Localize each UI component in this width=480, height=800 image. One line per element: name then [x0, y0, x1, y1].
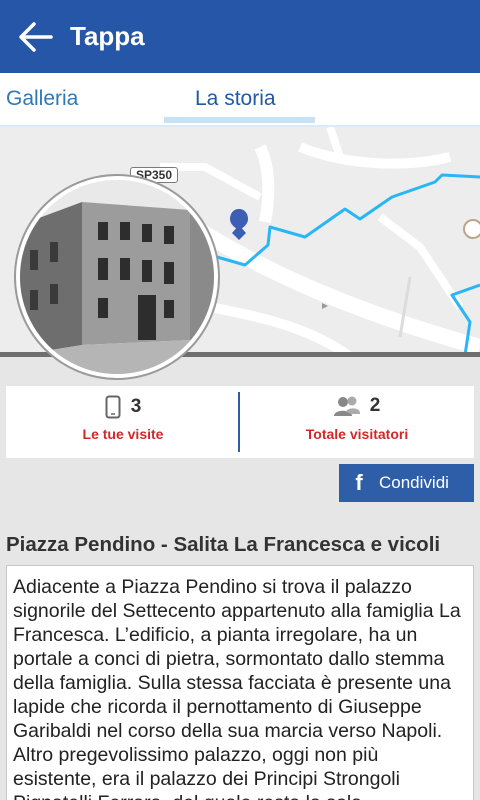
- arrow-left-icon: [19, 21, 53, 52]
- active-tab-indicator: [164, 117, 315, 123]
- location-pin-icon[interactable]: [229, 208, 249, 240]
- poi-icon[interactable]: [463, 219, 480, 239]
- stats-panel: 3 Le tue visite 2 Totale visitatori: [6, 386, 474, 458]
- share-button[interactable]: f Condividi: [339, 464, 474, 502]
- stat-your-visits: 3 Le tue visite: [6, 386, 240, 458]
- place-title: Piazza Pendino - Salita La Francesca e v…: [6, 533, 441, 556]
- story-text-box: Adiacente a Piazza Pendino si trova il p…: [6, 565, 474, 800]
- visitors-label: Totale visitatori: [305, 426, 409, 442]
- share-label: Condividi: [379, 473, 449, 492]
- visitors-count: 2: [369, 395, 381, 416]
- facebook-icon: f: [355, 470, 363, 495]
- page-title: Tappa: [70, 21, 145, 51]
- place-photo[interactable]: [16, 176, 218, 378]
- visits-label: Le tue visite: [82, 426, 164, 442]
- stat-total-visitors: 2 Totale visitatori: [240, 386, 474, 458]
- tab-la-storia[interactable]: La storia: [195, 87, 276, 111]
- people-icon: [333, 396, 360, 416]
- place-photo-image: [20, 180, 214, 374]
- story-text: Adiacente a Piazza Pendino si trova il p…: [13, 576, 461, 800]
- app-bar: Tappa: [0, 0, 480, 73]
- tab-galleria[interactable]: Galleria: [6, 87, 78, 111]
- stats-divider: [238, 392, 240, 452]
- back-button[interactable]: [0, 0, 70, 73]
- phone-icon: [105, 395, 121, 419]
- visits-count: 3: [130, 396, 142, 417]
